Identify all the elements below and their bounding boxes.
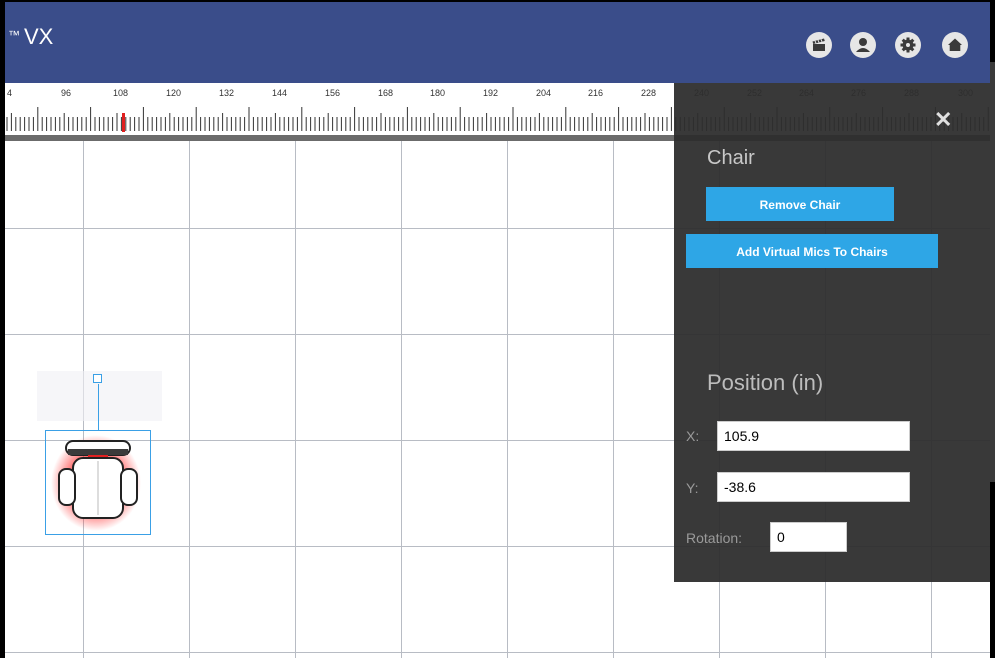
chair-selection-box[interactable] bbox=[45, 430, 151, 535]
ruler-label: 156 bbox=[325, 88, 340, 98]
app-title: ™ VX bbox=[8, 24, 53, 50]
home-icon[interactable] bbox=[942, 32, 968, 58]
app-header: ™ VX bbox=[0, 0, 995, 83]
ruler-label: 180 bbox=[430, 88, 445, 98]
position-title: Position (in) bbox=[707, 370, 824, 395]
close-icon[interactable]: ✕ bbox=[934, 107, 952, 133]
scrollbar-thumb[interactable] bbox=[990, 62, 995, 482]
ruler-label: 216 bbox=[588, 88, 603, 98]
window-left-border bbox=[0, 0, 5, 658]
add-virtual-mics-button[interactable]: Add Virtual Mics To Chairs bbox=[686, 234, 938, 268]
ruler-label: 228 bbox=[641, 88, 656, 98]
ruler-label: 4 bbox=[7, 88, 12, 98]
chair-icon[interactable] bbox=[46, 431, 150, 534]
ruler-label: 168 bbox=[378, 88, 393, 98]
remove-chair-button[interactable]: Remove Chair bbox=[706, 187, 894, 221]
panel-section-title: Chair bbox=[707, 147, 755, 169]
ruler-position-marker bbox=[122, 113, 125, 132]
y-label: Y: bbox=[686, 480, 699, 496]
ruler-label: 144 bbox=[272, 88, 287, 98]
rotation-field[interactable] bbox=[770, 522, 847, 552]
ruler-label: 96 bbox=[61, 88, 71, 98]
rotation-handle[interactable] bbox=[93, 374, 102, 383]
clapperboard-icon[interactable] bbox=[806, 32, 832, 58]
ruler-label: 132 bbox=[219, 88, 234, 98]
app-name: VX bbox=[24, 24, 54, 49]
y-field[interactable] bbox=[717, 472, 910, 502]
trademark-symbol: ™ bbox=[8, 28, 20, 42]
rotation-label: Rotation: bbox=[686, 530, 743, 546]
gear-icon[interactable] bbox=[895, 32, 921, 58]
rotation-stem bbox=[98, 384, 99, 430]
ruler-label: 108 bbox=[113, 88, 128, 98]
ruler-label: 204 bbox=[536, 88, 551, 98]
ruler-label: 120 bbox=[166, 88, 181, 98]
user-icon[interactable] bbox=[850, 32, 876, 58]
x-field[interactable] bbox=[717, 421, 910, 451]
properties-panel: ✕ Chair Remove Chair Add Virtual Mics To… bbox=[674, 83, 990, 582]
ruler-label: 192 bbox=[483, 88, 498, 98]
x-label: X: bbox=[686, 428, 700, 444]
